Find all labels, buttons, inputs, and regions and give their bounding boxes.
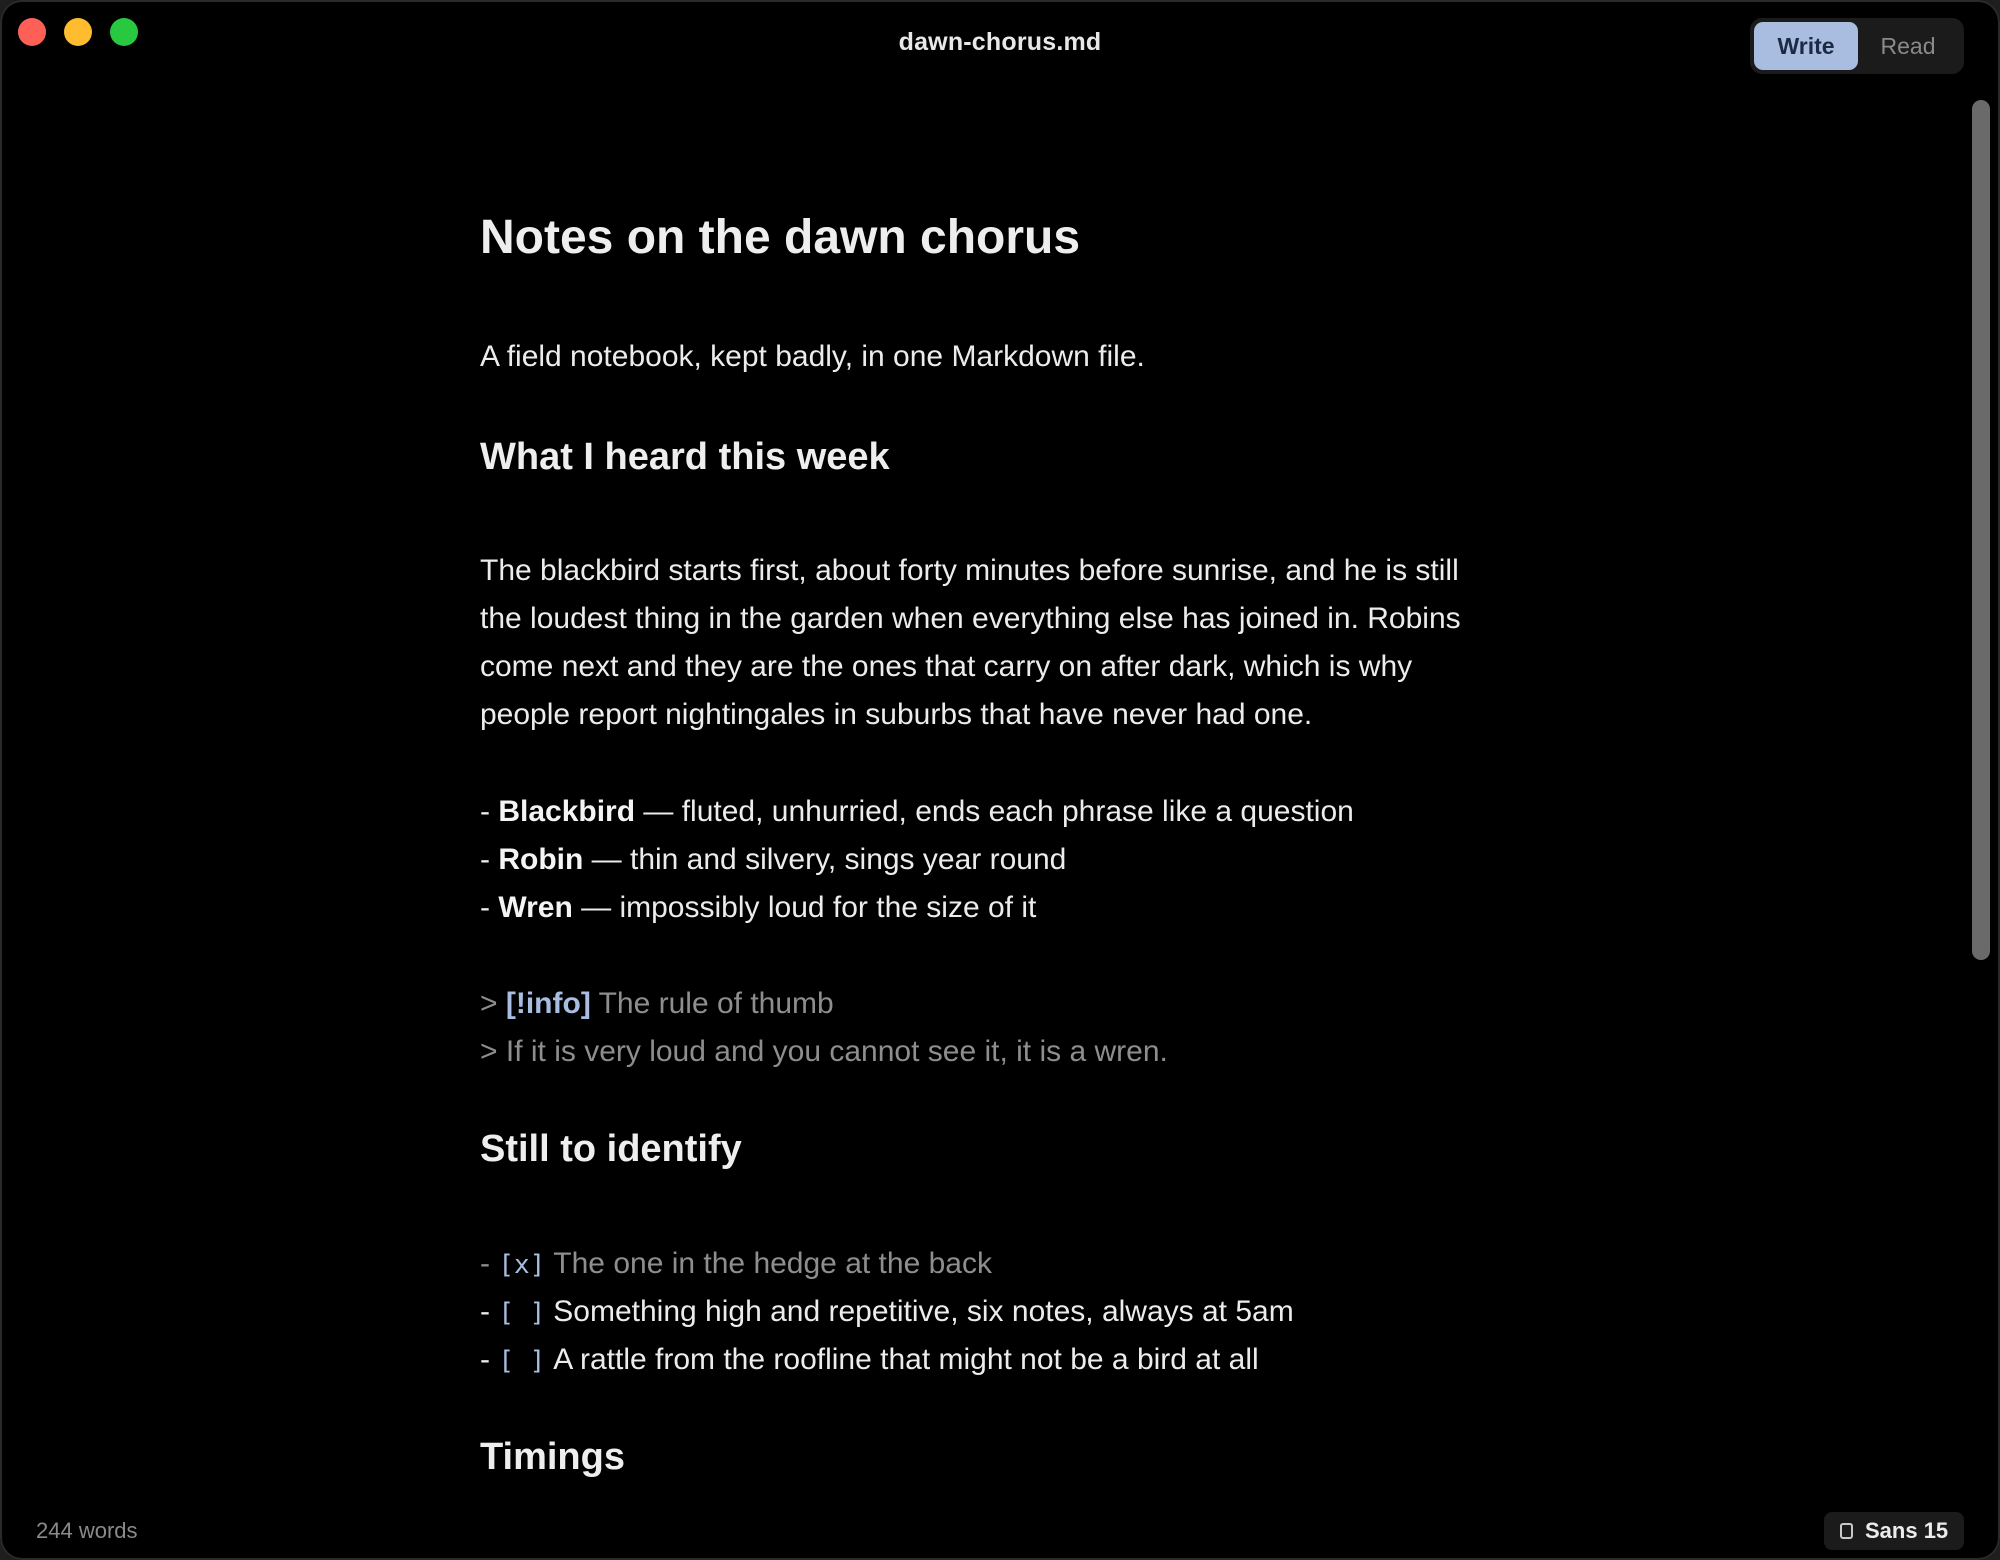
vertical-scrollbar[interactable] [1970,96,1992,1506]
bird-description: — impossibly loud for the size of it [572,891,1037,924]
callout-header: > [!info] The rule of thumb [480,987,834,1021]
list-marker: - [480,843,499,876]
bird-name: Blackbird [498,795,636,828]
intro-paragraph: A field notebook, kept badly, in one Mar… [480,340,1145,373]
task-item: - [ ] A rattle from the roofline that mig… [480,1343,1259,1377]
bird-name: Wren [498,891,573,924]
checked-checkbox[interactable]: [x] [498,1250,553,1280]
write-mode-button[interactable]: Write [1754,22,1858,70]
callout-title: The rule of thumb [590,987,834,1020]
list-item: - Blackbird — fluted, unhurried, ends ea… [480,795,1354,829]
callout-body: > If it is very loud and you cannot see … [480,1035,1168,1068]
mode-switch: Write Read [1750,18,1964,74]
word-count: 244 words [36,1518,138,1543]
window-title: dawn-chorus.md [898,28,1102,56]
heading-what-i-heard: What I heard this week [480,436,890,478]
font-label: Sans 15 [1865,1518,1949,1543]
task-text: Something high and repetitive, six notes… [553,1295,1294,1328]
list-marker: - [480,1343,499,1376]
task-item: - [ ] Something high and repetitive, six … [480,1295,1294,1329]
task-text: The one in the hedge at the back [553,1247,992,1280]
font-selector-button[interactable]: Sans 15 [1824,1512,1964,1550]
task-item: - [x] The one in the hedge at the back [480,1247,992,1281]
list-item: - Wren — impossibly loud for the size of… [480,891,1036,925]
bird-description: — fluted, unhurried, ends each phrase li… [635,795,1354,828]
read-mode-button[interactable]: Read [1858,22,1958,70]
list-marker: - [480,1295,499,1328]
scrollbar-thumb[interactable] [1972,100,1990,960]
blockquote-marker: > [480,987,506,1020]
task-text: A rattle from the roofline that might no… [553,1343,1259,1376]
bird-description: — thin and silvery, sings year round [583,843,1067,876]
document-icon [1840,1523,1853,1539]
list-marker: - [480,891,499,924]
body-paragraph: The blackbird starts first, about forty … [480,554,1461,731]
callout-tag: [!info] [505,987,591,1020]
app-window: dawn-chorus.md Write Read Notes on the d… [0,0,2000,1560]
heading-timings: Timings [480,1436,625,1478]
list-marker: - [480,1247,499,1280]
heading-still-to-identify: Still to identify [480,1128,742,1170]
list-marker: - [480,795,499,828]
unchecked-checkbox[interactable]: [ ] [498,1346,553,1376]
document-title: Notes on the dawn chorus [480,211,1081,264]
list-item: - Robin — thin and silvery, sings year r… [480,843,1066,877]
unchecked-checkbox[interactable]: [ ] [498,1298,553,1328]
bird-name: Robin [498,843,584,876]
